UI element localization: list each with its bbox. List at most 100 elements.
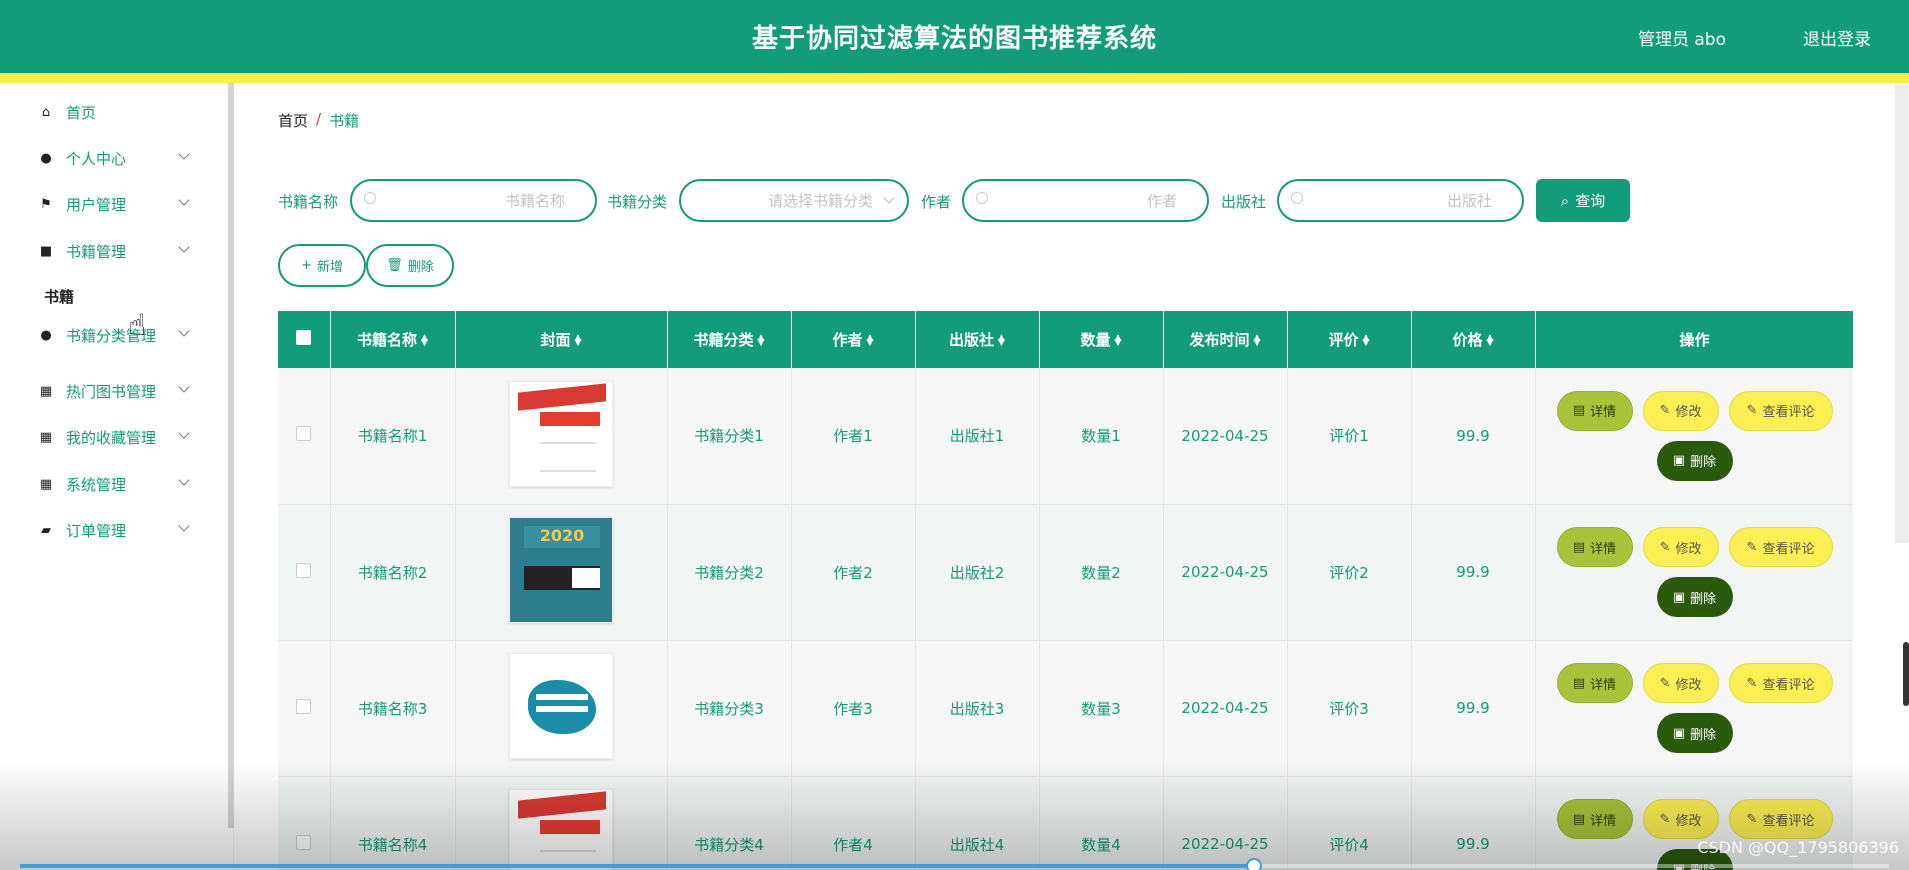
sort-icon: ▲ ▼ [866, 332, 874, 348]
cell-category: 书籍分类4 [667, 776, 792, 870]
sidebar-item-users[interactable]: ⚑ 用户管理 [14, 182, 202, 226]
detail-button[interactable]: ▤ 详情 [1556, 390, 1633, 431]
row-actions: ▤详情 ✎修改 ✎查看评论 ▣删除 [1536, 799, 1854, 870]
row-actions: ▤详情 ✎修改 ✎查看评论 ▣删除 [1536, 663, 1854, 753]
bulk-delete-button-label: 删除 [407, 260, 434, 275]
sidebar-subitem-books[interactable]: 书籍 [44, 286, 74, 307]
row-checkbox[interactable] [296, 562, 312, 578]
book-cover-image[interactable] [509, 653, 613, 759]
sidebar-item-home[interactable]: ⌂ 首页 [14, 90, 202, 134]
add-button[interactable]: + 新增 [278, 244, 366, 287]
hand-cursor-icon: ☝ [128, 308, 147, 343]
cell-category: 书籍分类1 [667, 368, 792, 505]
select-all-checkbox[interactable] [296, 330, 312, 345]
table-row: 书籍名称3 书籍分类3 作者3 出版社3 数量3 2022-04-25 评价3 … [278, 640, 1854, 777]
detail-button[interactable]: ▤ 详情 [1556, 799, 1633, 839]
view-comments-button[interactable]: ✎ 查看评论 [1728, 799, 1833, 839]
table-row: 书籍名称4 书籍分类4 作者4 出版社4 数量4 2022-04-25 评价4 … [278, 776, 1853, 870]
chevron-down-icon [178, 148, 190, 160]
breadcrumb-home[interactable]: 首页 [278, 110, 308, 131]
row-checkbox[interactable] [296, 834, 312, 850]
sidebar-item-favorites[interactable]: ▦ 我的收藏管理 [14, 415, 202, 459]
cell-publisher: 出版社4 [915, 776, 1040, 870]
pencil-icon: ✎ [1659, 675, 1671, 691]
briefcase-icon: ■ [39, 243, 53, 259]
book-category-input[interactable] [713, 181, 873, 220]
logout-link[interactable]: 退出登录 [1803, 25, 1871, 50]
detail-button[interactable]: ▤ 详情 [1556, 663, 1633, 703]
sidebar-item-book-categories[interactable]: ● 书籍分类管理 [14, 313, 202, 357]
cell-quantity: 数量3 [1039, 640, 1164, 777]
query-button[interactable]: ⌕ 查询 [1536, 179, 1630, 222]
column-header[interactable]: 数量 ▲ ▼ [1039, 311, 1164, 368]
sidebar-item-system[interactable]: ▦ 系统管理 [14, 462, 202, 506]
sidebar-item-orders[interactable]: ▰ 订单管理 [14, 508, 202, 552]
sidebar-item-books[interactable]: ■ 书籍管理 [14, 229, 202, 273]
cell-category: 书籍分类3 [667, 640, 792, 777]
vertical-scrollbar[interactable] [1895, 83, 1909, 543]
video-progress-handle[interactable] [1246, 858, 1262, 870]
breadcrumb-separator: / [316, 110, 322, 128]
book-cover-image[interactable] [509, 789, 613, 870]
column-header[interactable]: 书籍名称 ▲ ▼ [330, 311, 456, 368]
user-icon: ● [40, 327, 52, 343]
book-category-label: 书籍分类 [607, 193, 668, 211]
cell-book-name: 书籍名称1 [330, 368, 456, 505]
doc-icon: ▤ [1572, 403, 1586, 419]
author-label: 作者 [921, 193, 952, 211]
row-checkbox[interactable] [296, 698, 312, 714]
column-header[interactable]: 封面 ▲ ▼ [455, 311, 668, 368]
cell-rating: 评价1 [1287, 368, 1412, 505]
column-header[interactable]: 价格 ▲ ▼ [1411, 311, 1536, 368]
trash-icon: ▣ [1672, 589, 1686, 605]
column-header[interactable]: 作者 ▲ ▼ [791, 311, 916, 368]
edit-button[interactable]: ✎ 修改 [1642, 390, 1719, 431]
column-header[interactable]: 发布时间 ▲ ▼ [1163, 311, 1288, 368]
chevron-down-icon [178, 520, 190, 532]
sidebar-item-profile[interactable]: ● 个人中心 [14, 136, 202, 180]
cell-quantity: 数量4 [1039, 776, 1164, 870]
grid-icon: ▦ [39, 383, 53, 399]
chevron-down-icon [178, 325, 190, 337]
book-category-select[interactable] [679, 179, 909, 222]
side-scroll-handle[interactable] [1903, 642, 1909, 706]
column-header[interactable]: 书籍分类 ▲ ▼ [667, 311, 792, 368]
plus-icon: + [301, 258, 312, 273]
cell-author: 作者2 [791, 504, 916, 641]
edit-button[interactable]: ✎ 修改 [1642, 527, 1719, 567]
cell-book-name: 书籍名称3 [330, 640, 456, 777]
detail-button[interactable]: ▤ 详情 [1556, 527, 1633, 567]
delete-button[interactable]: ▣删除 [1656, 713, 1733, 753]
cell-book-name: 书籍名称2 [330, 504, 456, 641]
view-comments-button[interactable]: ✎ 查看评论 [1728, 390, 1833, 431]
author-field[interactable] [962, 179, 1209, 222]
publisher-input[interactable] [1332, 181, 1492, 220]
cell-price: 99.9 [1411, 776, 1536, 870]
book-name-field[interactable] [350, 179, 597, 222]
bulk-delete-button[interactable]: 🗑 删除 [366, 244, 454, 287]
row-checkbox[interactable] [296, 426, 312, 442]
pencil-icon: ✎ [1659, 403, 1671, 419]
video-progress-fill [20, 864, 1254, 868]
publisher-field[interactable] [1277, 179, 1524, 222]
delete-button[interactable]: ▣删除 [1656, 440, 1733, 481]
sidebar-item-hot-books[interactable]: ▦ 热门图书管理 [14, 369, 202, 413]
book-name-input[interactable] [405, 181, 565, 220]
cell-date: 2022-04-25 [1163, 368, 1288, 505]
book-cover-image[interactable] [509, 380, 613, 487]
view-comments-button[interactable]: ✎ 查看评论 [1728, 663, 1833, 703]
column-header[interactable]: 评价 ▲ ▼ [1287, 311, 1412, 368]
edit-button[interactable]: ✎ 修改 [1642, 663, 1719, 703]
doc-icon: ▤ [1572, 811, 1586, 827]
edit-button[interactable]: ✎ 修改 [1642, 799, 1719, 839]
cell-publisher: 出版社2 [915, 504, 1040, 641]
book-cover-image[interactable]: 2020 [509, 517, 613, 623]
column-header[interactable]: 出版社 ▲ ▼ [915, 311, 1040, 368]
table-row: 书籍名称2 2020 书籍分类2 作者2 出版社2 数量2 2022-04-25… [278, 504, 1853, 641]
view-comments-button[interactable]: ✎ 查看评论 [1728, 527, 1833, 567]
delete-button[interactable]: ▣删除 [1656, 577, 1733, 617]
author-input[interactable] [1017, 181, 1177, 220]
cell-author: 作者4 [791, 776, 916, 870]
header-accent-bar [0, 73, 1909, 83]
cell-author: 作者3 [791, 640, 916, 777]
